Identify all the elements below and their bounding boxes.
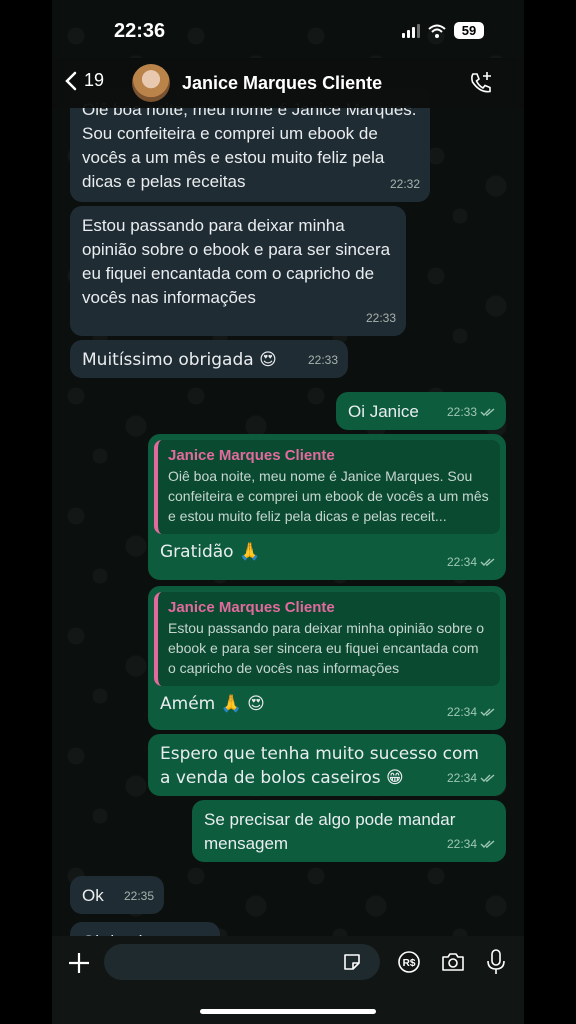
quoted-text: Oiê boa noite, meu nome é Janice Marques… [168,468,489,524]
message-incoming[interactable]: Ok 22:35 [70,876,164,914]
chevron-left-icon [65,71,77,90]
message-meta: 22:34 [447,550,496,574]
wifi-icon [428,24,446,38]
message-outgoing[interactable]: Oi Janice 22:33 [336,392,506,430]
message-meta: 22:33 [308,348,338,372]
message-text: Oi Janice [348,402,419,421]
quoted-text: Estou passando para deixar minha opinião… [168,620,484,676]
double-check-icon [480,708,495,716]
message-time: 22:34 [446,837,477,851]
contact-name[interactable]: Janice Marques Cliente [182,73,382,94]
quoted-sender: Janice Marques Cliente [168,447,335,464]
message-meta: 22:34 [447,700,496,724]
message-list: Oiê boa noite, meu nome é Janice Marques… [52,88,524,960]
camera-icon[interactable] [440,950,466,974]
svg-text:R$: R$ [403,958,416,969]
signal-icon [402,23,420,38]
message-text: Estou passando para deixar minha opinião… [82,216,391,307]
message-text: Espero que tenha muito sucesso com a ven… [160,744,479,788]
status-time: 22:36 [114,20,166,42]
double-check-icon [480,558,495,566]
message-text: Ok [82,886,104,905]
message-time: 22:33 [307,353,338,367]
message-text: Oiê boa noite, meu nome é Janice Marques… [82,100,417,191]
message-time: 22:34 [446,771,477,785]
message-text: Gratidão 🙏 [160,542,261,562]
message-time: 22:34 [446,555,477,569]
back-button[interactable]: 19 [64,70,104,91]
message-meta: 22:33 [447,400,496,424]
battery-indicator: 59 [454,22,484,39]
status-icons: 59 [402,22,484,39]
quoted-message[interactable]: Janice Marques Cliente Oiê boa noite, me… [154,440,500,534]
quoted-sender: Janice Marques Cliente [168,599,335,616]
message-input[interactable] [104,944,380,980]
home-indicator [200,1009,376,1014]
message-meta: 22:34 [447,832,496,856]
double-check-icon [480,408,495,416]
message-incoming[interactable]: Estou passando para deixar minha opinião… [70,206,406,336]
message-meta: 22:32 [390,172,420,196]
message-text: Se precisar de algo pode mandar mensagem [204,810,456,853]
plus-icon[interactable] [66,950,92,976]
double-check-icon [480,774,495,782]
message-time: 22:34 [446,705,477,719]
message-time: 22:33 [365,311,396,325]
message-meta: 22:33 [366,306,396,330]
add-call-icon[interactable] [468,70,494,96]
message-meta: 22:34 [447,766,496,790]
phone-screen: 22:36 59 19 Janice Marques Cliente Oiê b… [52,0,524,1024]
double-check-icon [480,840,495,848]
message-time: 22:33 [446,405,477,419]
message-outgoing[interactable]: Espero que tenha muito sucesso com a ven… [148,734,506,796]
message-text: Amém 🙏 😍 [160,694,265,714]
microphone-icon[interactable] [486,948,506,976]
message-text: Muitíssimo obrigada 😍 [82,350,277,370]
contact-avatar[interactable] [132,64,170,102]
message-meta: 22:35 [124,884,154,908]
message-time: 22:35 [123,889,154,903]
message-time: 22:32 [389,177,420,191]
quoted-message[interactable]: Janice Marques Cliente Estou passando pa… [154,592,500,686]
composer-bar: R$ [52,936,524,1024]
back-count: 19 [84,70,105,90]
sticker-icon[interactable] [342,952,362,972]
message-outgoing[interactable]: Se precisar de algo pode mandar mensagem… [192,800,506,862]
payment-icon[interactable]: R$ [397,950,421,974]
message-incoming[interactable]: Muitíssimo obrigada 😍 22:33 [70,340,348,378]
status-bar: 22:36 59 [52,0,524,60]
chat-header: 19 Janice Marques Cliente [52,58,524,108]
message-outgoing[interactable]: Janice Marques Cliente Estou passando pa… [148,586,506,730]
message-outgoing[interactable]: Janice Marques Cliente Oiê boa noite, me… [148,434,506,580]
